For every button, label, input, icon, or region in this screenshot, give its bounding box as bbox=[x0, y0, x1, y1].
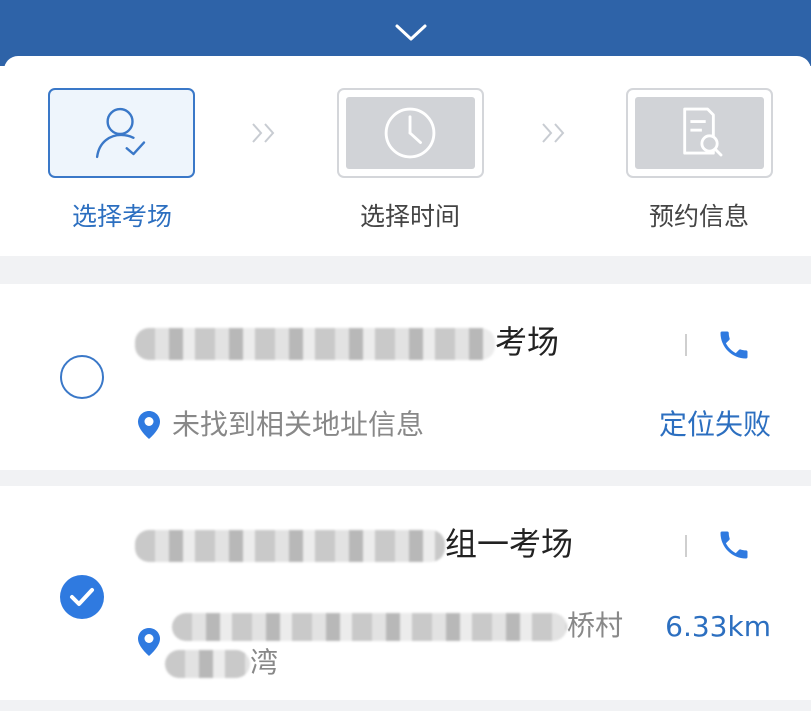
section-divider bbox=[0, 700, 811, 711]
venue-name-suffix: 组一考场 bbox=[445, 525, 574, 563]
separator bbox=[685, 334, 687, 356]
chevron-down-icon[interactable] bbox=[393, 20, 429, 46]
venue-distance: 6.33km bbox=[665, 610, 771, 643]
phone-icon[interactable] bbox=[716, 527, 752, 563]
location-pin-icon bbox=[136, 410, 162, 440]
venue-location-status: 定位失败 bbox=[658, 408, 771, 441]
redacted-text bbox=[172, 613, 567, 641]
location-pin-icon bbox=[136, 627, 162, 657]
venue-address: 未找到相关地址信息 bbox=[172, 408, 425, 441]
user-check-icon bbox=[95, 107, 146, 159]
step-select-venue[interactable] bbox=[48, 88, 195, 178]
venue-name: 组一考场 bbox=[135, 522, 573, 566]
document-search-icon bbox=[683, 107, 723, 157]
venue-address-line2-tail: 湾 bbox=[250, 646, 279, 679]
check-icon bbox=[70, 588, 94, 606]
venue-name-suffix: 考场 bbox=[495, 323, 560, 361]
step-booking-info[interactable] bbox=[626, 88, 773, 178]
clock-icon bbox=[384, 107, 436, 159]
step-label-select-time: 选择时间 bbox=[359, 202, 460, 231]
step-label-select-venue: 选择考场 bbox=[71, 202, 172, 231]
venue-address-tail: 桥村 bbox=[567, 609, 624, 642]
venue-name: 考场 bbox=[135, 320, 559, 364]
phone-icon[interactable] bbox=[716, 327, 752, 363]
redacted-text bbox=[135, 530, 445, 562]
chevron-double-right-icon bbox=[537, 118, 571, 148]
step-select-time[interactable] bbox=[337, 88, 484, 178]
chevron-double-right-icon bbox=[247, 118, 281, 148]
venue-radio-unselected[interactable] bbox=[60, 355, 104, 399]
redacted-text bbox=[135, 328, 495, 360]
redacted-text bbox=[165, 650, 250, 678]
venue-address: 桥村 bbox=[172, 608, 623, 644]
venue-radio-selected[interactable] bbox=[60, 575, 104, 619]
separator bbox=[685, 535, 687, 557]
section-divider bbox=[0, 470, 811, 486]
step-label-booking-info: 预约信息 bbox=[648, 202, 749, 231]
section-divider bbox=[0, 256, 811, 284]
venue-address-line2: 湾 bbox=[165, 645, 278, 681]
